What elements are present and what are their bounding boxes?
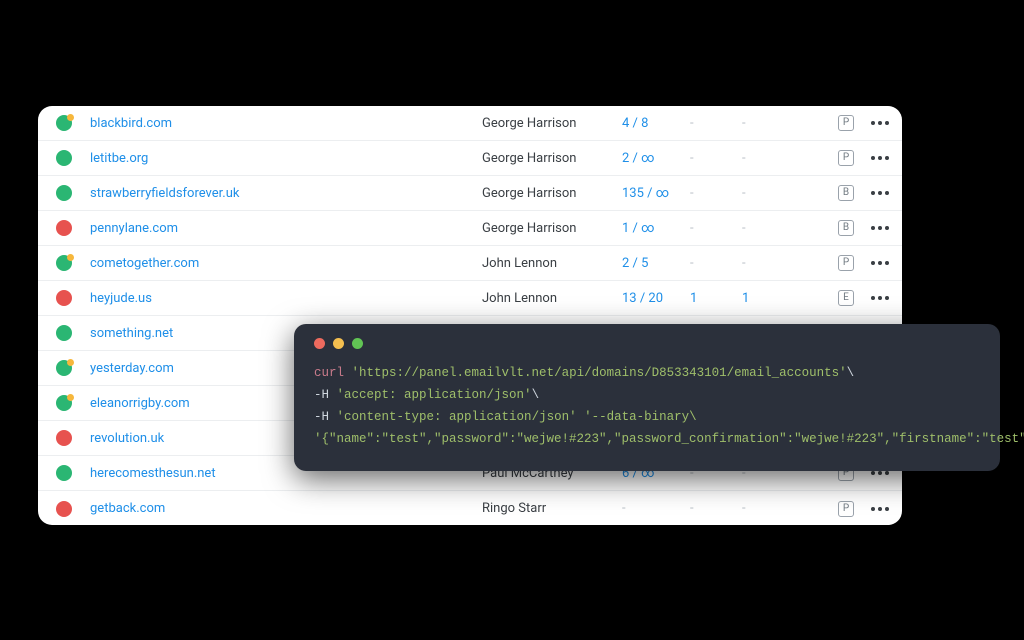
traffic-close-icon[interactable] bbox=[314, 338, 325, 349]
domain-link[interactable]: blackbird.com bbox=[90, 116, 482, 131]
table-row[interactable]: strawberryfieldsforever.ukGeorge Harriso… bbox=[38, 176, 902, 211]
status-accent-icon bbox=[67, 114, 74, 121]
terminal-string: '{"name":"test","password":"wejwe!#223",… bbox=[314, 432, 1024, 446]
more-icon[interactable] bbox=[870, 261, 890, 265]
metric-1: - bbox=[690, 116, 742, 131]
status-icon bbox=[56, 290, 72, 306]
terminal-string: '--data-binary\ bbox=[584, 410, 697, 424]
quota-value[interactable]: 135 / ∞ bbox=[622, 186, 690, 201]
status-icon bbox=[56, 501, 72, 517]
plan-badge: P bbox=[838, 150, 854, 166]
quota-value[interactable]: 2 / ∞ bbox=[622, 151, 690, 166]
owner-name: John Lennon bbox=[482, 256, 622, 271]
more-icon[interactable] bbox=[870, 156, 890, 160]
table-row[interactable]: letitbe.orgGeorge Harrison2 / ∞--P bbox=[38, 141, 902, 176]
more-icon[interactable] bbox=[870, 507, 890, 511]
status-icon bbox=[56, 185, 72, 201]
table-row[interactable]: cometogether.comJohn Lennon2 / 5--P bbox=[38, 246, 902, 281]
more-icon[interactable] bbox=[870, 296, 890, 300]
plan-badge: P bbox=[838, 255, 854, 271]
plan-badge: B bbox=[838, 185, 854, 201]
status-accent-icon bbox=[67, 394, 74, 401]
table-row[interactable]: blackbird.comGeorge Harrison4 / 8--P bbox=[38, 106, 902, 141]
plan-badge: B bbox=[838, 220, 854, 236]
terminal-line: -H 'content-type: application/json' '--d… bbox=[314, 407, 980, 429]
plan-badge: P bbox=[838, 501, 854, 517]
metric-2: - bbox=[742, 256, 794, 271]
status-icon bbox=[56, 465, 72, 481]
terminal-string: 'accept: application/json' bbox=[337, 388, 532, 402]
domain-link[interactable]: getback.com bbox=[90, 501, 482, 516]
plan-badge: P bbox=[838, 115, 854, 131]
quota-value[interactable]: 4 / 8 bbox=[622, 116, 690, 131]
metric-2: - bbox=[742, 186, 794, 201]
metric-1: - bbox=[690, 221, 742, 236]
terminal-string: 'https://panel.emailvlt.net/api/domains/… bbox=[352, 366, 847, 380]
domain-link[interactable]: strawberryfieldsforever.uk bbox=[90, 186, 482, 201]
metric-2: - bbox=[742, 116, 794, 131]
status-icon bbox=[56, 220, 72, 236]
terminal-string: 'content-type: application/json' bbox=[337, 410, 577, 424]
owner-name: Ringo Starr bbox=[482, 501, 622, 516]
status-icon bbox=[56, 430, 72, 446]
terminal-flag: -H bbox=[314, 410, 329, 424]
status-icon bbox=[56, 325, 72, 341]
status-icon bbox=[56, 255, 72, 271]
metric-1: 1 bbox=[690, 291, 742, 306]
terminal-window: curl 'https://panel.emailvlt.net/api/dom… bbox=[294, 324, 1000, 471]
more-icon[interactable] bbox=[870, 121, 890, 125]
status-icon bbox=[56, 360, 72, 376]
more-icon[interactable] bbox=[870, 226, 890, 230]
more-icon[interactable] bbox=[870, 191, 890, 195]
status-icon bbox=[56, 395, 72, 411]
terminal-line: curl 'https://panel.emailvlt.net/api/dom… bbox=[314, 363, 980, 385]
metric-2: - bbox=[742, 501, 794, 516]
metric-1: - bbox=[690, 186, 742, 201]
domain-link[interactable]: cometogether.com bbox=[90, 256, 482, 271]
table-row[interactable]: heyjude.usJohn Lennon13 / 2011E bbox=[38, 281, 902, 316]
quota-value[interactable]: - bbox=[622, 501, 690, 516]
owner-name: George Harrison bbox=[482, 186, 622, 201]
domain-link[interactable]: heyjude.us bbox=[90, 291, 482, 306]
plan-badge: E bbox=[838, 290, 854, 306]
metric-1: - bbox=[690, 151, 742, 166]
status-icon bbox=[56, 150, 72, 166]
metric-1: - bbox=[690, 501, 742, 516]
table-row[interactable]: pennylane.comGeorge Harrison1 / ∞--B bbox=[38, 211, 902, 246]
owner-name: John Lennon bbox=[482, 291, 622, 306]
terminal-line: -H 'accept: application/json'\ bbox=[314, 385, 980, 407]
owner-name: George Harrison bbox=[482, 116, 622, 131]
quota-value[interactable]: 13 / 20 bbox=[622, 291, 690, 306]
more-icon[interactable] bbox=[870, 471, 890, 475]
owner-name: George Harrison bbox=[482, 221, 622, 236]
terminal-command: curl bbox=[314, 366, 344, 380]
window-traffic-lights bbox=[314, 338, 980, 349]
terminal-flag: -H bbox=[314, 388, 329, 402]
status-accent-icon bbox=[67, 359, 74, 366]
traffic-minimize-icon[interactable] bbox=[333, 338, 344, 349]
domain-link[interactable]: letitbe.org bbox=[90, 151, 482, 166]
metric-2: 1 bbox=[742, 291, 794, 306]
metric-1: - bbox=[690, 256, 742, 271]
table-row[interactable]: getback.comRingo Starr---P bbox=[38, 491, 902, 525]
owner-name: George Harrison bbox=[482, 151, 622, 166]
quota-value[interactable]: 2 / 5 bbox=[622, 256, 690, 271]
terminal-line: '{"name":"test","password":"wejwe!#223",… bbox=[314, 429, 980, 451]
domain-link[interactable]: pennylane.com bbox=[90, 221, 482, 236]
metric-2: - bbox=[742, 221, 794, 236]
traffic-zoom-icon[interactable] bbox=[352, 338, 363, 349]
status-accent-icon bbox=[67, 254, 74, 261]
status-icon bbox=[56, 115, 72, 131]
quota-value[interactable]: 1 / ∞ bbox=[622, 221, 690, 236]
metric-2: - bbox=[742, 151, 794, 166]
